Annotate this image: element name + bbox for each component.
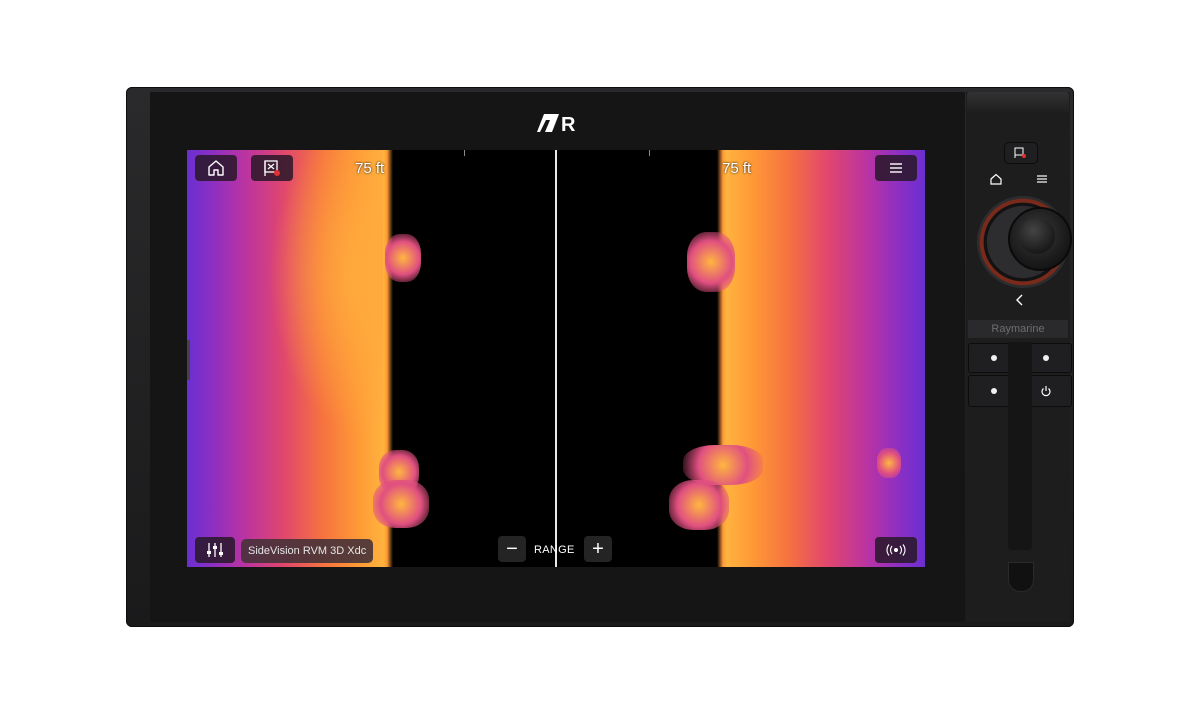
joystick-knob[interactable] [1019, 218, 1055, 254]
sonar-ping-button[interactable] [875, 537, 917, 563]
structure-echo [385, 234, 421, 282]
home-button[interactable] [195, 155, 237, 181]
sonar-starboard-return [723, 150, 925, 567]
home-icon [990, 173, 1002, 185]
dot-icon [991, 355, 997, 361]
panel-home-key[interactable] [980, 166, 1012, 192]
waypoint-button[interactable] [251, 155, 293, 181]
structure-echo [669, 480, 729, 530]
sonar-source-selector[interactable]: SideVision RVM 3D Xdc [241, 539, 374, 563]
waypoint-mob-key[interactable] [1004, 142, 1038, 164]
logo-letter: R [561, 114, 576, 134]
dot-icon [991, 388, 997, 394]
range-label-starboard: 75 ft [722, 160, 752, 177]
minus-icon: − [506, 538, 518, 560]
home-icon [208, 160, 224, 176]
menu-icon [1037, 175, 1047, 183]
card-slot-door[interactable] [1008, 342, 1032, 550]
range-decrease-button[interactable]: − [498, 536, 526, 562]
range-label-port: 75 ft [355, 160, 385, 177]
waypoint-flag-icon [264, 160, 280, 176]
structure-echo [373, 480, 429, 528]
range-tick [649, 150, 650, 156]
menu-button[interactable] [875, 155, 917, 181]
menu-icon [890, 163, 902, 173]
sonar-screen[interactable]: 75 ft 75 ft SideVision RVM 3D Xdc − RANG… [187, 150, 925, 567]
structure-echo [683, 445, 763, 485]
sonar-ping-icon [886, 544, 906, 556]
back-chevron-icon [1016, 294, 1023, 306]
range-increase-button[interactable]: + [584, 536, 612, 562]
sonar-port-return [187, 150, 387, 567]
sliders-icon [207, 543, 223, 557]
structure-echo [687, 232, 735, 292]
panel-brand-label: Raymarine [968, 320, 1068, 338]
screen-side-notch [187, 340, 190, 380]
sonar-settings-button[interactable] [195, 537, 235, 563]
dot-icon [1043, 355, 1049, 361]
panel-menu-key[interactable] [1026, 166, 1058, 192]
range-tick [464, 150, 465, 156]
raymarine-logo-icon: R [537, 114, 576, 134]
range-label: RANGE [534, 544, 575, 556]
power-icon [1041, 386, 1051, 397]
card-slot-latch[interactable] [1008, 562, 1034, 592]
sonar-center-line [555, 150, 557, 567]
plus-icon: + [592, 538, 604, 560]
back-key[interactable] [998, 286, 1042, 314]
structure-echo [877, 448, 901, 478]
waypoint-mob-icon [1014, 147, 1026, 158]
panel-top-ridge [967, 92, 1069, 114]
